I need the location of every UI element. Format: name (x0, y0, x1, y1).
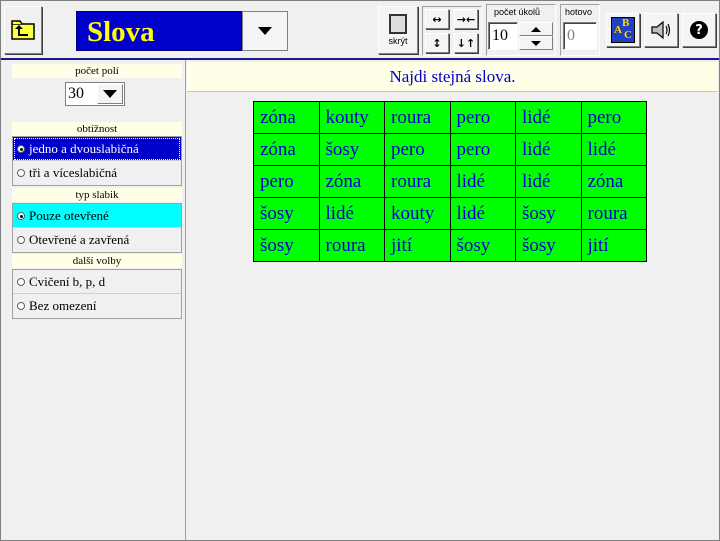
syllable-option-label: Pouze otevřené (29, 208, 109, 223)
grid-row: pero zóna roura lidé lidé zóna (253, 165, 647, 198)
task-count-increment[interactable] (519, 22, 553, 36)
other-option-label: Cvičení b, p, d (29, 274, 106, 289)
done-label: hotovo (565, 7, 593, 17)
word-cell[interactable]: roura (384, 101, 451, 134)
radio-empty-icon (17, 236, 25, 244)
radio-selected-icon (17, 212, 25, 220)
task-count-label: počet úkolů (494, 7, 541, 17)
difficulty-option-short[interactable]: jedno a dvouslabičná (13, 137, 181, 161)
word-cell[interactable]: zóna (580, 165, 647, 198)
chevron-down-icon (103, 90, 117, 98)
field-count-header: počet polí (12, 64, 182, 78)
word-cell[interactable]: jití (384, 229, 451, 262)
done-field: 0 (563, 22, 597, 50)
word-cell[interactable]: šosy (515, 197, 582, 230)
speaker-icon (651, 20, 671, 40)
chevron-down-icon (258, 27, 272, 35)
hide-button[interactable]: skrýt (378, 6, 418, 54)
abc-spelling-icon: A B C (611, 17, 635, 43)
difficulty-option-label: jedno a dvouslabičná (29, 141, 139, 156)
hide-button-label: skrýt (388, 36, 408, 46)
arrows-inward-vertical-icon: ↓↑ (456, 36, 476, 50)
field-count-dropdown-button[interactable] (97, 84, 123, 104)
word-cell[interactable]: lidé (515, 101, 582, 134)
word-cell[interactable]: šosy (515, 229, 582, 262)
sound-button[interactable] (644, 13, 678, 47)
radio-empty-icon (17, 278, 25, 286)
instruction-text: Najdi stejná slova. (187, 62, 718, 92)
syllable-option-open[interactable]: Pouze otevřené (13, 204, 181, 228)
other-options-radio-group: Cvičení b, p, d Bez omezení (12, 269, 182, 319)
help-icon: ? (690, 21, 708, 39)
widen-button[interactable]: ↔ (425, 9, 449, 29)
other-option-label: Bez omezení (29, 298, 97, 313)
word-cell[interactable]: šosy (449, 229, 516, 262)
word-cell[interactable]: jití (580, 229, 647, 262)
field-count-select[interactable]: 30 (65, 82, 125, 106)
field-count-value: 30 (68, 85, 84, 102)
other-option-unlimited[interactable]: Bez omezení (13, 294, 181, 318)
word-cell[interactable]: lidé (449, 165, 516, 198)
word-grid: zóna kouty roura pero lidé pero zóna šos… (253, 101, 647, 262)
word-cell[interactable]: lidé (515, 165, 582, 198)
word-cell[interactable]: pero (449, 133, 516, 166)
word-cell[interactable]: pero (449, 101, 516, 134)
arrows-outward-horizontal-icon: ↔ (432, 12, 442, 26)
toolbar: Slova skrýt ↔ →← ↕ ↓↑ počet úkolů 10 hot… (0, 0, 720, 60)
chevron-up-icon (531, 26, 541, 32)
word-cell[interactable]: roura (318, 229, 385, 262)
narrow-button[interactable]: →← (454, 9, 478, 29)
grid-row: zóna kouty roura pero lidé pero (253, 101, 647, 134)
radio-empty-icon (17, 169, 25, 177)
help-button[interactable]: ? (682, 13, 716, 47)
word-cell[interactable]: zóna (253, 133, 320, 166)
shorter-button[interactable]: ↓↑ (454, 33, 478, 53)
grid-row: šosy lidé kouty lidé šosy roura (253, 197, 647, 230)
chevron-down-icon (531, 40, 541, 46)
radio-selected-icon (17, 145, 25, 153)
difficulty-option-label: tři a víceslabičná (29, 165, 118, 180)
word-cell[interactable]: kouty (318, 101, 385, 134)
word-cell[interactable]: lidé (580, 133, 647, 166)
grid-row: šosy roura jití šosy šosy jití (253, 229, 647, 262)
difficulty-header: obtížnost (12, 122, 182, 136)
word-cell[interactable]: šosy (253, 197, 320, 230)
app-select-dropdown[interactable] (242, 11, 288, 51)
word-cell[interactable]: pero (384, 133, 451, 166)
other-option-bpd[interactable]: Cvičení b, p, d (13, 270, 181, 294)
difficulty-option-long[interactable]: tři a víceslabičná (13, 161, 181, 185)
word-cell[interactable]: roura (580, 197, 647, 230)
word-cell[interactable]: roura (384, 165, 451, 198)
word-cell[interactable]: pero (580, 101, 647, 134)
syllable-type-header: typ slabik (12, 188, 182, 202)
abc-button[interactable]: A B C (606, 13, 640, 47)
word-cell[interactable]: lidé (318, 197, 385, 230)
word-cell[interactable]: zóna (318, 165, 385, 198)
difficulty-radio-group: jedno a dvouslabičná tři a víceslabičná (12, 136, 182, 186)
exercise-area: Najdi stejná slova. zóna kouty roura per… (187, 60, 720, 541)
word-cell[interactable]: pero (253, 165, 320, 198)
word-cell[interactable]: kouty (384, 197, 451, 230)
word-cell[interactable]: lidé (515, 133, 582, 166)
word-cell[interactable]: zóna (253, 101, 320, 134)
radio-empty-icon (17, 302, 25, 310)
arrows-inward-horizontal-icon: →← (456, 12, 476, 26)
task-count-decrement[interactable] (519, 36, 553, 50)
options-panel: počet polí 30 obtížnost jedno a dvouslab… (0, 60, 186, 541)
app-title: Slova (76, 11, 242, 51)
task-count-field[interactable]: 10 (488, 22, 518, 50)
syllable-option-label: Otevřené a zavřená (29, 232, 130, 247)
syllable-option-open-closed[interactable]: Otevřené a zavřená (13, 228, 181, 252)
word-cell[interactable]: lidé (449, 197, 516, 230)
grid-row: zóna šosy pero pero lidé lidé (253, 133, 647, 166)
word-cell[interactable]: šosy (253, 229, 320, 262)
other-options-header: další volby (12, 254, 182, 268)
hide-panel-icon (389, 14, 407, 34)
syllable-type-radio-group: Pouze otevřené Otevřené a zavřená (12, 203, 182, 253)
arrows-outward-vertical-icon: ↕ (432, 36, 442, 50)
taller-button[interactable]: ↕ (425, 33, 449, 53)
word-cell[interactable]: šosy (318, 133, 385, 166)
open-folder-button[interactable] (4, 6, 42, 54)
folder-up-icon (11, 20, 35, 40)
